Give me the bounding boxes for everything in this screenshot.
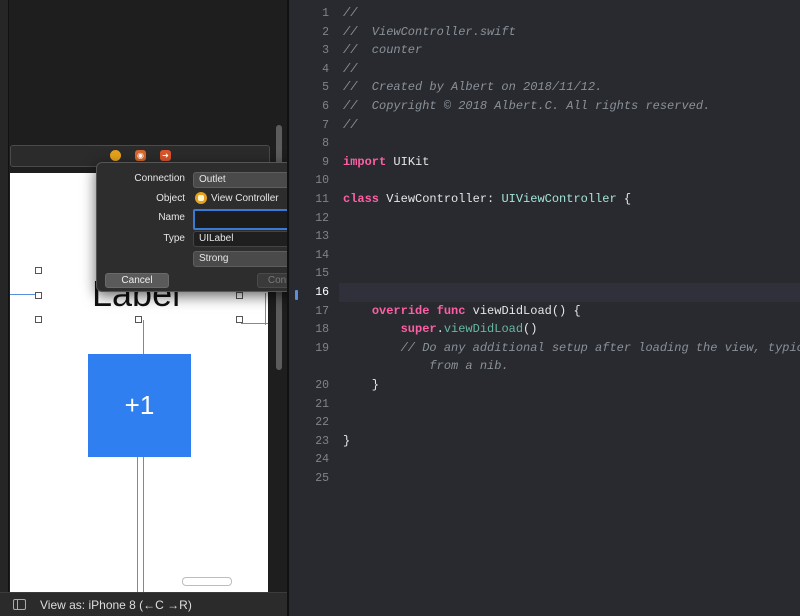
line-number: 23 [315, 434, 329, 448]
home-indicator [182, 577, 232, 586]
line-number: 4 [322, 62, 329, 76]
resize-handle[interactable] [135, 316, 142, 323]
sidebar-toggle-icon[interactable] [13, 599, 26, 610]
connection-value: Outlet [199, 174, 226, 185]
canvas-bottom-bar: View as: iPhone 8 (←C →R) [0, 592, 287, 616]
code-line[interactable]: from a nib. [343, 359, 508, 373]
code-line[interactable]: } [343, 434, 350, 448]
resize-handle[interactable] [236, 316, 243, 323]
resize-handle[interactable] [35, 292, 42, 299]
line-number: 18 [315, 323, 329, 337]
name-label: Name [158, 212, 185, 223]
line-number: 7 [322, 118, 329, 132]
constraint-guide [143, 320, 144, 355]
line-number: 6 [322, 100, 329, 113]
insertion-marker [295, 290, 298, 300]
code-line[interactable]: // ViewController.swift [343, 25, 516, 39]
line-number: 8 [322, 137, 329, 151]
code-line[interactable]: class ViewController: UIViewController { [343, 192, 631, 206]
line-number: 15 [315, 267, 329, 281]
exit-icon[interactable]: ➜ [160, 150, 171, 161]
line-number: 5 [322, 81, 329, 95]
line-number: 13 [315, 230, 329, 244]
object-value: View Controller [211, 193, 279, 204]
line-number: 9 [322, 155, 329, 169]
line-number: 16 [315, 286, 329, 299]
code-line[interactable]: // counter [343, 43, 422, 57]
plus-one-button[interactable]: +1 [88, 354, 191, 457]
code-line[interactable]: // Created by Albert on 2018/11/12. [343, 80, 602, 94]
constraint-guide [10, 294, 35, 295]
line-number: 25 [315, 472, 329, 485]
constraint-guide [143, 457, 144, 593]
line-number: 11 [315, 193, 329, 206]
code-line[interactable]: // [343, 118, 357, 132]
interface-builder-canvas[interactable]: ◉ ➜ Label +1 View as: iPhone 8 (←C →R) [0, 0, 287, 616]
code-line[interactable]: // Do any additional setup after loading… [343, 341, 800, 355]
constraint-guide [137, 457, 138, 593]
line-number: 19 [315, 341, 329, 355]
line-number: 12 [315, 211, 329, 225]
storage-value: Strong [199, 253, 229, 264]
line-number: 24 [315, 453, 329, 467]
canvas-left-edge [0, 0, 9, 616]
code-line[interactable]: override func viewDidLoad() { [343, 304, 581, 318]
code-line[interactable]: // Copyright © 2018 Albert.C. All rights… [343, 99, 710, 113]
code-line[interactable]: // [343, 6, 357, 20]
cancel-button[interactable]: Cancel [105, 273, 169, 288]
resize-handle[interactable] [236, 292, 243, 299]
first-responder-icon[interactable]: ◉ [135, 150, 146, 161]
connection-label: Connection [134, 173, 185, 184]
code-editor[interactable]: 1 2 3 4 5 6 7 8 9 10 11 12 13 14 15 16 17 18 19 20 21 22 23 24 2… [287, 0, 800, 616]
type-label: Type [163, 233, 185, 244]
resize-handle[interactable] [35, 316, 42, 323]
view-as-device[interactable]: View as: iPhone 8 (←C →R) [40, 598, 192, 612]
current-line-highlight [339, 283, 800, 302]
view-controller-icon[interactable] [110, 150, 121, 161]
line-number: 3 [322, 44, 329, 58]
line-number: 1 [322, 7, 329, 20]
resize-handle[interactable] [35, 267, 42, 274]
line-number: 21 [315, 397, 329, 411]
line-number: 14 [315, 248, 329, 262]
type-value: UILabel [199, 233, 234, 244]
constraint-guide [265, 293, 266, 325]
code-line[interactable]: import UIKit [343, 155, 429, 169]
line-number: 20 [315, 379, 329, 392]
line-number: 22 [315, 416, 329, 430]
line-number: 17 [315, 304, 329, 318]
code-line[interactable]: super.viewDidLoad() [343, 322, 538, 336]
code-line[interactable]: // [343, 62, 357, 76]
code-line[interactable]: } [343, 378, 379, 392]
view-controller-icon [195, 192, 207, 204]
constraint-guide [241, 323, 268, 324]
object-label: Object [156, 193, 185, 204]
line-number: 10 [315, 174, 329, 188]
line-number: 2 [322, 25, 329, 39]
